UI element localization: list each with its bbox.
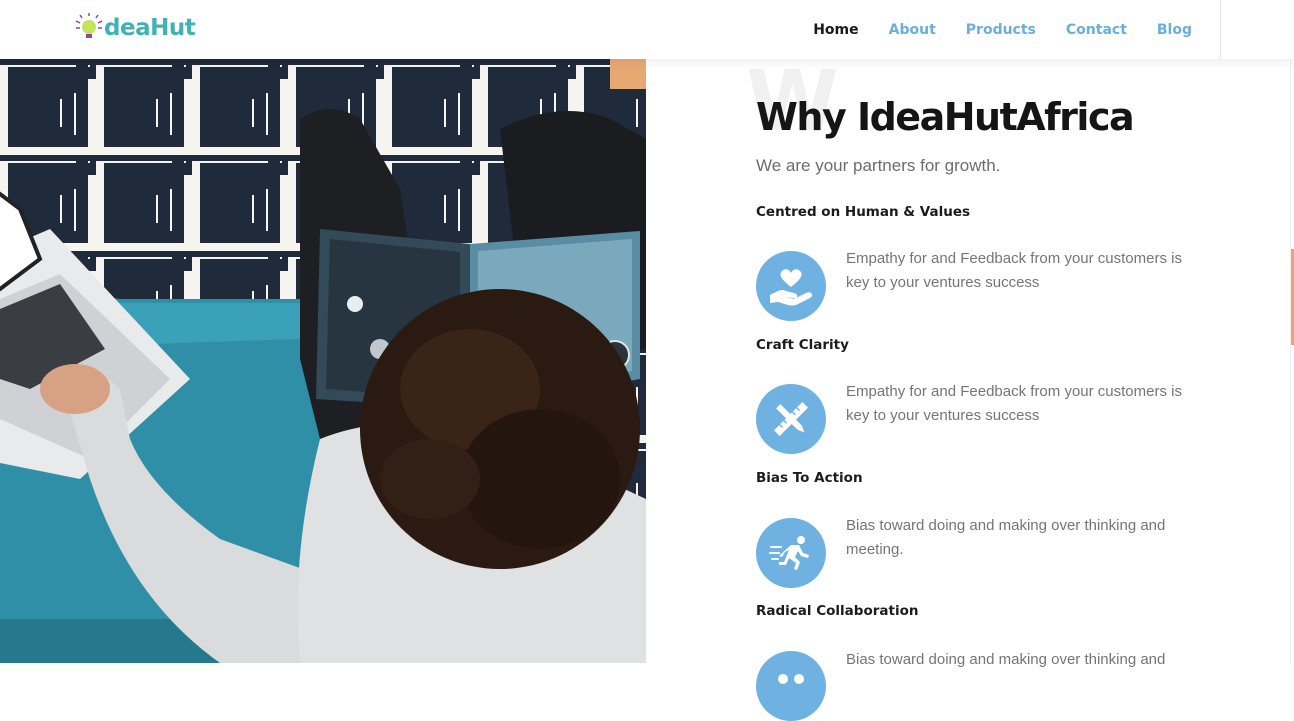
nav-divider — [1220, 0, 1221, 59]
feature-text-bias-action: Bias toward doing and making over thinki… — [846, 517, 1166, 558]
feature-heading-radical-collaboration: Radical Collaboration — [756, 603, 919, 619]
feature-text-human-values: Empathy for and Feedback from your custo… — [846, 250, 1182, 291]
feature-heading-human-values: Centred on Human & Values — [756, 204, 971, 220]
lightbulb-icon — [76, 13, 102, 38]
section-title: Why IdeaHutAfrica — [756, 95, 1135, 139]
feature-text-craft-clarity: Empathy for and Feedback from your custo… — [846, 383, 1182, 424]
collaboration-icon — [756, 651, 826, 721]
nav-products[interactable]: Products — [966, 22, 1036, 38]
site-header: deaHut Home About Products Contact Blog — [0, 0, 1294, 59]
hero-photo — [0, 59, 646, 663]
person-reading-with-laptop-photo — [0, 59, 646, 663]
nav-home[interactable]: Home — [813, 22, 858, 38]
feature-text-radical-collaboration: Bias toward doing and making over thinki… — [846, 651, 1166, 668]
nav-blog[interactable]: Blog — [1157, 22, 1192, 38]
why-section: W Why IdeaHutAfrica We are your partners… — [646, 59, 1294, 721]
feature-heading-bias-action: Bias To Action — [756, 470, 863, 486]
running-person-icon — [756, 518, 826, 588]
pencil-ruler-icon — [756, 384, 826, 454]
nav-contact[interactable]: Contact — [1066, 22, 1127, 38]
nav-about[interactable]: About — [889, 22, 936, 38]
feature-heading-craft-clarity: Craft Clarity — [756, 337, 849, 353]
logo-text: deaHut — [104, 14, 196, 41]
heart-hand-icon — [756, 251, 826, 321]
site-logo[interactable]: deaHut — [76, 12, 196, 44]
main-nav: Home About Products Contact Blog — [783, 0, 1294, 59]
section-subtitle: We are your partners for growth. — [756, 156, 1001, 175]
content-border — [1290, 59, 1291, 663]
